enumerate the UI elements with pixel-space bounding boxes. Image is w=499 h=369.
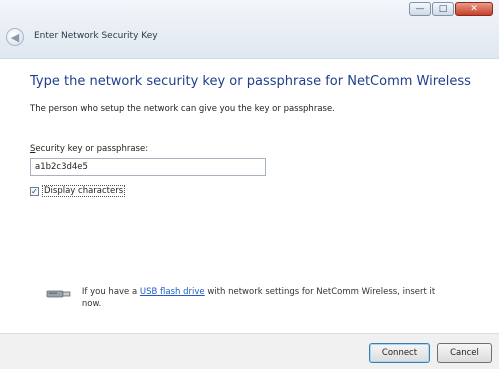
minimize-button[interactable]: — xyxy=(409,2,431,16)
button-bar: Connect Cancel xyxy=(0,333,499,369)
close-button[interactable]: ✕ xyxy=(455,2,493,16)
window-controls: — □ ✕ xyxy=(409,2,493,16)
back-arrow-icon[interactable]: ◀ xyxy=(6,28,24,46)
security-key-label-text: ecurity key or passphrase: xyxy=(35,144,149,154)
usb-hint: If you have a USB flash drive with netwo… xyxy=(46,286,456,310)
usb-hint-text: If you have a USB flash drive with netwo… xyxy=(82,286,456,310)
page-heading: Type the network security key or passphr… xyxy=(30,74,471,89)
usb-flash-drive-link[interactable]: USB flash drive xyxy=(140,287,205,297)
title-bar: — □ ✕ ◀ Enter Network Security Key xyxy=(0,0,499,59)
window-title: Enter Network Security Key xyxy=(34,31,158,41)
display-characters-label[interactable]: Display characters xyxy=(42,185,126,197)
display-characters-row[interactable]: ✓ Display characters xyxy=(30,185,126,197)
usb-flash-drive-icon xyxy=(46,290,71,298)
maximize-button[interactable]: □ xyxy=(432,2,454,16)
description-text: The person who setup the network can giv… xyxy=(30,104,335,114)
security-key-label: Security key or passphrase: xyxy=(30,144,148,154)
dialog-window: — □ ✕ ◀ Enter Network Security Key Type … xyxy=(0,0,499,369)
connect-button[interactable]: Connect xyxy=(369,343,430,363)
dialog-content: Type the network security key or passphr… xyxy=(30,74,471,197)
security-key-input[interactable] xyxy=(30,158,266,176)
usb-text-before: If you have a xyxy=(81,287,140,297)
display-characters-checkbox[interactable]: ✓ xyxy=(30,186,39,196)
cancel-button[interactable]: Cancel xyxy=(437,343,492,363)
